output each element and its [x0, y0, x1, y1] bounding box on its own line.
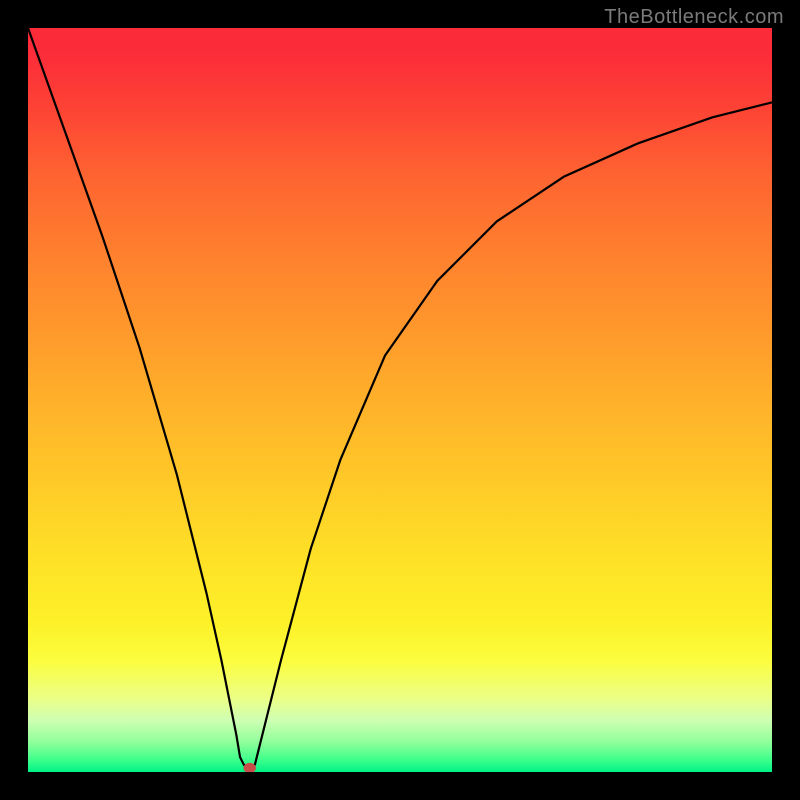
attribution-label: TheBottleneck.com	[604, 6, 784, 29]
bottleneck-curve	[28, 28, 772, 772]
curve-path	[28, 28, 772, 768]
minimum-marker	[244, 763, 256, 772]
plot-area	[28, 28, 772, 772]
chart-frame: TheBottleneck.com	[0, 0, 800, 800]
